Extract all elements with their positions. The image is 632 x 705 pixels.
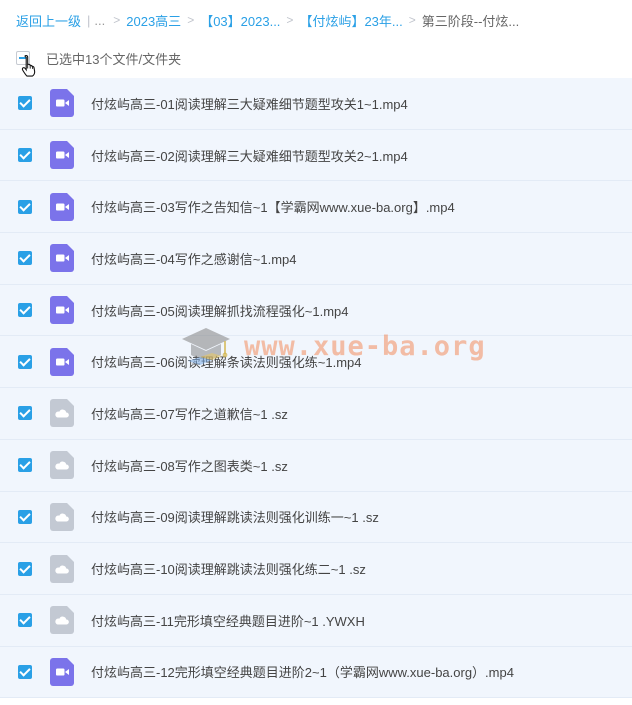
file-row[interactable]: 付炫屿高三-04写作之感谢信~1.mp4	[0, 233, 632, 285]
file-row[interactable]: 付炫屿高三-06阅读理解条读法则强化练~1.mp4	[0, 336, 632, 389]
file-checkbox[interactable]	[18, 561, 32, 576]
file-checkbox[interactable]	[18, 251, 32, 266]
file-name[interactable]: 付炫屿高三-10阅读理解跳读法则强化练二~1 .sz	[91, 559, 366, 578]
chevron-right-icon: >	[187, 13, 195, 27]
file-name[interactable]: 付炫屿高三-01阅读理解三大疑难细节题型攻关1~1.mp4	[91, 94, 408, 113]
file-row[interactable]: 付炫屿高三-07写作之道歉信~1 .sz	[0, 388, 632, 440]
file-checkbox[interactable]	[18, 509, 32, 524]
back-link[interactable]: 返回上一级	[16, 11, 81, 30]
breadcrumb-current: 第三阶段--付炫...	[421, 13, 520, 29]
file-name[interactable]: 付炫屿高三-04写作之感谢信~1.mp4	[91, 249, 297, 268]
file-name[interactable]: 付炫屿高三-11完形填空经典题目进阶~1 .YWXH	[91, 611, 365, 630]
cloud-file-icon	[50, 502, 74, 531]
file-checkbox[interactable]	[18, 613, 32, 628]
file-row[interactable]: 付炫屿高三-02阅读理解三大疑难细节题型攻关2~1.mp4	[0, 129, 632, 182]
cloud-file-icon	[50, 399, 74, 428]
file-row[interactable]: 付炫屿高三-05阅读理解抓找流程强化~1.mp4	[0, 284, 632, 337]
video-icon	[50, 192, 74, 221]
cloud-file-icon	[50, 451, 74, 480]
file-row[interactable]: 付炫屿高三-12完形填空经典题目进阶2~1（学霸网www.xue-ba.org）…	[0, 646, 632, 699]
file-checkbox[interactable]	[18, 303, 32, 318]
video-icon	[50, 296, 74, 325]
video-icon	[50, 657, 74, 686]
file-name[interactable]: 付炫屿高三-09阅读理解跳读法则强化训练一~1 .sz	[91, 507, 379, 526]
breadcrumb: 返回上一级 | ... > 2023高三 > 【03】2023... > 【付炫…	[0, 0, 632, 40]
breadcrumb-item[interactable]: 【03】2023...	[200, 11, 280, 30]
file-row[interactable]: 付炫屿高三-11完形填空经典题目进阶~1 .YWXH	[0, 594, 632, 647]
cloud-file-icon	[50, 554, 74, 583]
breadcrumb-item[interactable]: 2023高三	[126, 11, 181, 30]
hand-cursor-icon	[21, 54, 36, 77]
file-row[interactable]: 付炫屿高三-10阅读理解跳读法则强化练二~1 .sz	[0, 543, 632, 595]
file-row[interactable]: 付炫屿高三-08写作之图表类~1 .sz	[0, 439, 632, 492]
selection-status: 已选中13个文件/文件夹	[46, 51, 182, 67]
file-checkbox[interactable]	[18, 148, 32, 163]
file-name[interactable]: 付炫屿高三-02阅读理解三大疑难细节题型攻关2~1.mp4	[91, 146, 408, 165]
file-checkbox[interactable]	[18, 406, 32, 421]
file-name[interactable]: 付炫屿高三-12完形填空经典题目进阶2~1（学霸网www.xue-ba.org）…	[91, 662, 514, 681]
file-checkbox[interactable]	[18, 458, 32, 473]
file-checkbox[interactable]	[18, 664, 32, 679]
file-name[interactable]: 付炫屿高三-06阅读理解条读法则强化练~1.mp4	[91, 352, 362, 371]
file-name[interactable]: 付炫屿高三-03写作之告知信~1【学霸网www.xue-ba.org】.mp4	[91, 197, 455, 216]
file-checkbox[interactable]	[18, 199, 32, 214]
video-icon	[50, 89, 74, 118]
file-name[interactable]: 付炫屿高三-05阅读理解抓找流程强化~1.mp4	[91, 301, 349, 320]
file-row[interactable]: 付炫屿高三-03写作之告知信~1【学霸网www.xue-ba.org】.mp4	[0, 181, 632, 234]
chevron-right-icon: >	[408, 13, 416, 27]
file-checkbox[interactable]	[18, 96, 32, 111]
file-row[interactable]: 付炫屿高三-01阅读理解三大疑难细节题型攻关1~1.mp4	[0, 78, 632, 130]
selection-bar: 已选中13个文件/文件夹	[0, 40, 632, 77]
chevron-right-icon: >	[286, 13, 294, 27]
breadcrumb-item[interactable]: 【付炫屿】23年...	[299, 11, 402, 30]
file-name[interactable]: 付炫屿高三-07写作之道歉信~1 .sz	[91, 404, 288, 423]
file-row[interactable]: 付炫屿高三-09阅读理解跳读法则强化训练一~1 .sz	[0, 491, 632, 544]
breadcrumb-divider: |	[87, 12, 91, 28]
cloud-file-icon	[50, 606, 74, 635]
video-icon	[50, 141, 74, 170]
breadcrumb-ellipsis[interactable]: ...	[94, 13, 105, 28]
video-icon	[50, 347, 74, 376]
video-icon	[50, 244, 74, 273]
file-checkbox[interactable]	[18, 354, 32, 369]
file-name[interactable]: 付炫屿高三-08写作之图表类~1 .sz	[91, 456, 288, 475]
file-list: 付炫屿高三-01阅读理解三大疑难细节题型攻关1~1.mp4 付炫屿高三-02阅读理…	[0, 78, 632, 699]
chevron-right-icon: >	[113, 13, 121, 27]
